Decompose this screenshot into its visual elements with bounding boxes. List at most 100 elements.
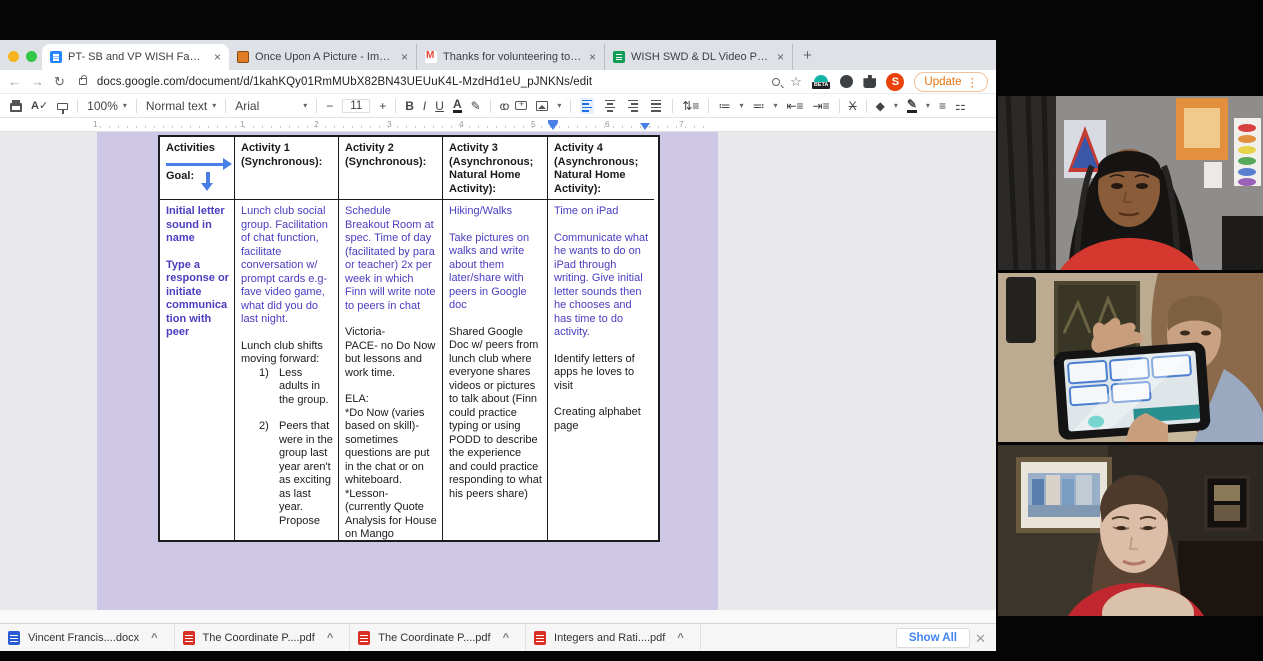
activity1-list-item: 2) Peers that were in the group last yea… — [259, 420, 333, 528]
chevron-down-icon: ▾ — [894, 101, 898, 110]
table-cell-goal[interactable]: Initial letter sound in name Type a resp… — [160, 200, 235, 540]
activity2-text: Victoria- — [345, 326, 437, 340]
numbered-list-icon[interactable]: ≔ — [718, 100, 730, 112]
minimize-window-button[interactable] — [8, 51, 19, 62]
indent-marker[interactable] — [640, 123, 650, 130]
tab-gmail[interactable]: Thanks for volunteering to be × — [417, 44, 605, 70]
indent-marker[interactable] — [548, 123, 558, 130]
insert-image-icon[interactable] — [536, 101, 548, 111]
fill-color-icon[interactable]: ◆ — [876, 100, 885, 112]
participant-video-2[interactable] — [998, 273, 1263, 442]
paragraph-style-select[interactable]: Normal text ▾ — [146, 99, 216, 113]
back-icon[interactable]: ← — [8, 74, 21, 89]
line-spacing-icon[interactable]: ⇅≡ — [682, 100, 699, 112]
print-icon[interactable] — [10, 103, 22, 112]
chevron-up-icon[interactable]: ^ — [151, 632, 157, 644]
participant-video-3[interactable] — [998, 445, 1263, 616]
align-center-button[interactable] — [603, 98, 617, 114]
italic-button[interactable]: I — [423, 100, 426, 112]
table-cell-activity3[interactable]: Hiking/Walks Take pictures on walks and … — [443, 200, 548, 540]
extensions-puzzle-icon[interactable] — [863, 75, 876, 88]
reload-icon[interactable]: ↻ — [54, 74, 65, 90]
search-icon[interactable] — [772, 78, 780, 86]
underline-button[interactable]: U — [435, 100, 444, 112]
show-all-downloads-button[interactable]: Show All — [896, 628, 970, 648]
table-cell-activity2[interactable]: Schedule Breakout Room at spec. Time of … — [339, 200, 443, 540]
spellcheck-icon[interactable]: A✓ — [31, 99, 48, 112]
profile-avatar[interactable]: S — [886, 73, 904, 91]
pdf-file-icon — [183, 631, 195, 645]
activity3-text: Hiking/Walks — [449, 205, 542, 219]
align-left-button[interactable] — [580, 98, 594, 114]
list-number: 1) — [259, 367, 279, 408]
toolbar-divider — [136, 99, 137, 113]
chrome-update-button[interactable]: Update ⋮ — [914, 72, 988, 92]
zoom-select[interactable]: 100% ▾ — [87, 99, 127, 113]
font-select[interactable]: Arial ▾ — [235, 99, 307, 113]
text-color-button[interactable]: A — [453, 98, 462, 113]
document-page[interactable]: Activities Goal: Activity 1 (Synchronous… — [97, 132, 718, 610]
arrow-right-icon — [166, 163, 224, 167]
tab-title: Thanks for volunteering to be — [443, 51, 583, 63]
close-downloads-bar-icon[interactable]: ✕ — [975, 631, 986, 647]
align-justify-button[interactable] — [649, 98, 663, 114]
table-header-activity2[interactable]: Activity 2 (Synchronous): — [339, 137, 443, 200]
increase-font-size-button[interactable]: + — [379, 100, 386, 112]
close-tab-icon[interactable]: × — [589, 50, 596, 64]
align-right-button[interactable] — [626, 98, 640, 114]
download-item[interactable]: Vincent Francis....docx ^ — [0, 624, 175, 651]
bookmark-star-icon[interactable]: ☆ — [790, 74, 802, 90]
close-tab-icon[interactable]: × — [777, 50, 784, 64]
docs-ruler[interactable]: 1 1 2 3 4 5 6 7 — [0, 118, 996, 132]
participant-video-1[interactable] — [998, 96, 1263, 270]
border-width-icon[interactable]: ≡ — [939, 100, 946, 112]
beta-extension-arc — [814, 75, 828, 82]
activity2-text: Schedule Breakout Room at spec. Time of … — [345, 205, 437, 313]
table-cell-activity4[interactable]: Time on iPad Communicate what he wants t… — [548, 200, 654, 540]
download-filename: Vincent Francis....docx — [28, 632, 139, 644]
chevron-down-icon: ▾ — [926, 101, 930, 110]
table-header-activity4[interactable]: Activity 4 (Asynchronous; Natural Home A… — [548, 137, 654, 200]
chevron-up-icon[interactable]: ^ — [677, 632, 683, 644]
tab-once-upon-a-picture[interactable]: Once Upon A Picture - Image × — [229, 44, 417, 70]
insert-link-icon[interactable]: co — [500, 100, 507, 112]
new-tab-button[interactable]: + — [803, 47, 812, 64]
activity4-text: Communicate what he wants to do on iPad … — [554, 232, 649, 340]
decrease-indent-icon[interactable]: ⇤≡ — [786, 100, 803, 112]
font-size-field[interactable]: 11 — [342, 99, 370, 113]
paint-format-icon[interactable] — [57, 103, 68, 110]
close-tab-icon[interactable]: × — [401, 50, 408, 64]
document-canvas: Activities Goal: Activity 1 (Synchronous… — [0, 132, 996, 623]
bulleted-list-icon[interactable]: ≕ — [752, 100, 764, 112]
highlight-color-icon[interactable]: ✎ — [471, 100, 481, 112]
decrease-font-size-button[interactable]: − — [326, 100, 333, 112]
activities-table[interactable]: Activities Goal: Activity 1 (Synchronous… — [158, 135, 660, 542]
tab-docs-active[interactable]: PT- SB and VP WISH Family S × — [42, 44, 229, 70]
maximize-window-button[interactable] — [26, 51, 37, 62]
border-dash-icon[interactable]: ⚏ — [955, 100, 966, 112]
download-item[interactable]: The Coordinate P....pdf ^ — [175, 624, 351, 651]
download-item[interactable]: The Coordinate P....pdf ^ — [350, 624, 526, 651]
beta-badge: BETA — [812, 82, 831, 89]
table-header-activities-goal[interactable]: Activities Goal: — [160, 137, 235, 200]
bold-button[interactable]: B — [405, 100, 414, 112]
tab-sheets[interactable]: WISH SWD & DL Video Projec × — [605, 44, 793, 70]
forward-icon[interactable]: → — [31, 74, 44, 89]
extension-icon[interactable] — [840, 75, 853, 88]
table-header-activity1[interactable]: Activity 1 (Synchronous): — [235, 137, 339, 200]
download-item[interactable]: Integers and Rati....pdf ^ — [526, 624, 701, 651]
chevron-up-icon[interactable]: ^ — [327, 632, 333, 644]
window-controls[interactable] — [8, 51, 37, 62]
border-color-icon[interactable]: ✎ — [907, 98, 917, 113]
chevron-down-icon: ▾ — [773, 101, 777, 110]
chevron-up-icon[interactable]: ^ — [503, 632, 509, 644]
table-header-activity3[interactable]: Activity 3 (Asynchronous; Natural Home A… — [443, 137, 548, 200]
activity3-text: Shared Google Doc w/ peers from lunch cl… — [449, 326, 542, 502]
beta-extension-icon[interactable]: BETA — [812, 75, 831, 89]
url-text[interactable]: docs.google.com/document/d/1kahKQy01RmMU… — [97, 76, 762, 88]
add-comment-icon[interactable] — [515, 101, 527, 110]
increase-indent-icon[interactable]: ⇥≡ — [813, 100, 830, 112]
close-tab-icon[interactable]: × — [214, 50, 221, 64]
table-cell-activity1[interactable]: Lunch club social group. Facilitation of… — [235, 200, 339, 540]
clear-formatting-icon[interactable]: X — [849, 100, 857, 112]
